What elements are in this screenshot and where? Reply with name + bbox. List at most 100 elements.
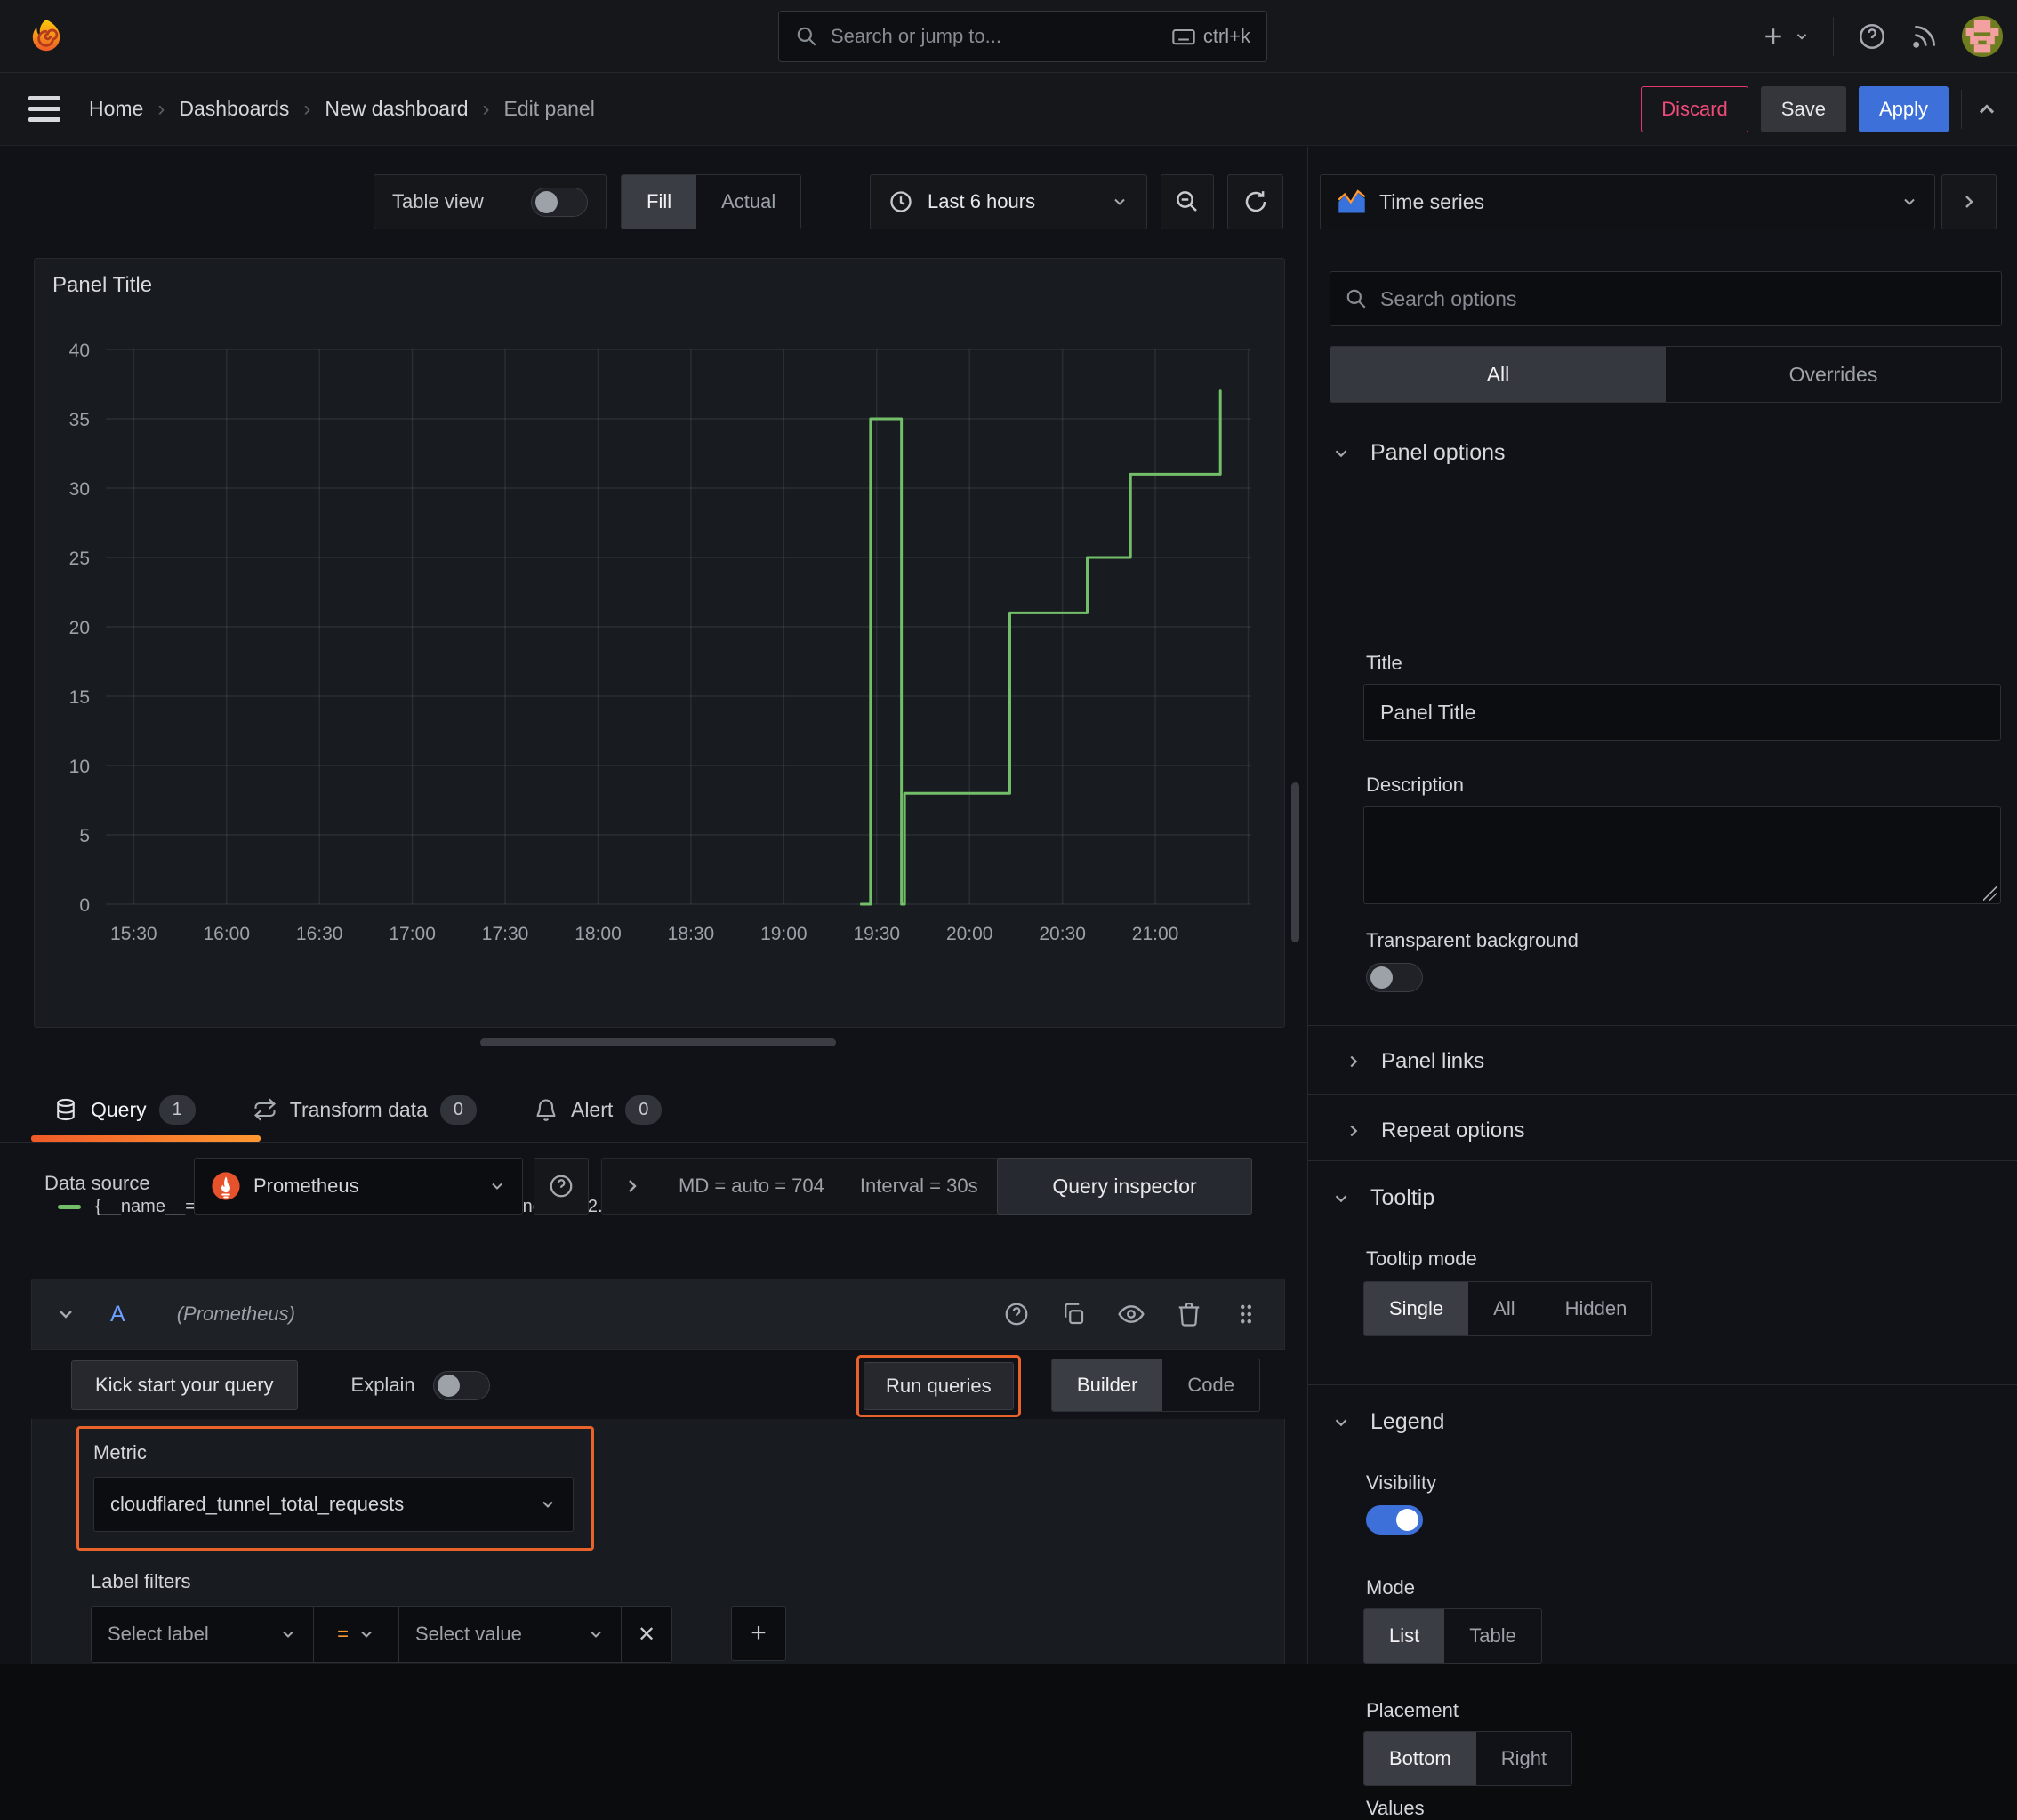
code-option[interactable]: Code — [1162, 1359, 1259, 1411]
panel-links-section[interactable]: Panel links — [1308, 1036, 2017, 1087]
breadcrumb-separator: › — [157, 96, 165, 121]
breadcrumb-dashboards[interactable]: Dashboards — [179, 97, 289, 121]
metric-highlight: Metric cloudflared_tunnel_total_requests — [76, 1426, 594, 1551]
description-textarea[interactable] — [1363, 806, 2001, 904]
data-source-value: Prometheus — [253, 1175, 359, 1197]
explain-label: Explain — [350, 1374, 415, 1396]
chevron-down-icon — [1335, 1418, 1347, 1426]
duplicate-query-icon[interactable] — [1060, 1301, 1087, 1327]
time-series-chart[interactable]: 0 5 10 15 20 25 30 35 40 15:30 16:00 16:30 17:00 17:3… — [47, 330, 1266, 952]
help-icon — [550, 1175, 573, 1198]
remove-filter-button[interactable]: ✕ — [621, 1606, 672, 1663]
prometheus-icon — [212, 1172, 240, 1200]
menu-toggle-button[interactable] — [28, 96, 60, 122]
builder-option[interactable]: Builder — [1051, 1359, 1163, 1411]
query-row-header[interactable]: A (Prometheus) — [31, 1279, 1285, 1350]
discard-button[interactable]: Discard — [1641, 86, 1748, 132]
tooltip-header[interactable]: Tooltip — [1308, 1185, 2017, 1211]
builder-code-segmented: Builder Code — [1050, 1359, 1260, 1412]
chevron-up-icon — [1979, 104, 1995, 114]
refresh-button[interactable] — [1227, 174, 1283, 229]
explain-toggle[interactable] — [432, 1370, 490, 1400]
alert-count-badge: 0 — [625, 1094, 663, 1125]
transparent-background-label: Transparent background — [1366, 929, 1579, 951]
legend-placement-bottom[interactable]: Bottom — [1364, 1732, 1476, 1785]
query-inspector-button[interactable]: Query inspector — [997, 1158, 1252, 1215]
transparent-background-toggle[interactable] — [1366, 963, 1423, 992]
legend-visibility-label: Visibility — [1366, 1471, 1437, 1494]
chevron-down-icon — [1796, 34, 1807, 40]
legend-placement-label: Placement — [1366, 1699, 1459, 1721]
kick-start-query-button[interactable]: Kick start your query — [71, 1360, 298, 1410]
tab-alert[interactable]: Alert 0 — [534, 1094, 663, 1125]
tooltip-mode-all[interactable]: All — [1468, 1282, 1539, 1335]
breadcrumb: Home › Dashboards › New dashboard › Edit… — [89, 97, 595, 122]
query-help-icon[interactable] — [1003, 1301, 1030, 1327]
tab-query[interactable]: Query 1 — [53, 1094, 196, 1125]
global-search-input[interactable]: Search or jump to... ctrl+k — [778, 11, 1267, 62]
panel-options-header[interactable]: Panel options — [1308, 440, 2017, 466]
svg-text:30: 30 — [69, 479, 90, 500]
legend-placement-segmented: Bottom Right — [1363, 1731, 1573, 1786]
grafana-logo-icon[interactable] — [25, 15, 68, 58]
svg-text:21:00: 21:00 — [1132, 924, 1179, 944]
tooltip-mode-hidden[interactable]: Hidden — [1540, 1282, 1652, 1335]
panel-title-input[interactable]: Panel Title — [1363, 684, 2001, 741]
data-source-help-button[interactable] — [534, 1158, 589, 1215]
drag-handle-icon[interactable] — [1233, 1301, 1259, 1327]
chevron-down-icon — [1904, 198, 1915, 205]
transform-icon — [253, 1098, 276, 1121]
tooltip-mode-single[interactable]: Single — [1364, 1282, 1469, 1335]
panel-edit-toolbar: Table view Fill Actual Last 6 hours — [0, 174, 1307, 229]
zoom-out-button[interactable] — [1161, 174, 1214, 229]
visualization-picker[interactable]: Time series — [1320, 174, 1935, 229]
database-icon — [57, 1098, 75, 1121]
chevron-down-icon — [1114, 198, 1125, 205]
options-search-input[interactable]: Search options — [1330, 271, 2002, 326]
svg-text:15: 15 — [69, 687, 90, 708]
operator-dropdown[interactable]: = — [313, 1606, 398, 1663]
save-button[interactable]: Save — [1760, 86, 1846, 132]
interval-stat: Interval = 30s — [859, 1175, 978, 1197]
apply-button[interactable]: Apply — [1858, 86, 1949, 132]
legend-mode-list[interactable]: List — [1364, 1609, 1445, 1663]
breadcrumb-new-dashboard[interactable]: New dashboard — [325, 97, 468, 121]
tab-overrides[interactable]: Overrides — [1666, 347, 2001, 402]
panel-options-sidebar: Time series Search options All Overrides… — [1308, 147, 2017, 1819]
user-avatar[interactable] — [1962, 16, 2003, 57]
editor-tabs: Query 1 Transform data 0 Alert 0 — [0, 1078, 1307, 1143]
new-menu-button[interactable] — [1760, 23, 1810, 50]
table-view-toggle[interactable] — [531, 187, 588, 217]
vertical-scrollbar[interactable] — [1291, 782, 1299, 942]
metric-select[interactable]: cloudflared_tunnel_total_requests — [93, 1477, 574, 1532]
tab-all-options[interactable]: All — [1330, 347, 1666, 402]
divider — [1308, 1384, 2017, 1385]
repeat-options-section[interactable]: Repeat options — [1308, 1105, 2017, 1157]
fill-option[interactable]: Fill — [622, 175, 697, 229]
legend-mode-table[interactable]: Table — [1444, 1609, 1541, 1663]
help-icon — [1859, 23, 1885, 50]
select-label-dropdown[interactable]: Select label — [91, 1606, 313, 1663]
collapse-options-pane-button[interactable] — [1941, 174, 1997, 229]
time-range-picker[interactable]: Last 6 hours — [870, 174, 1147, 229]
help-button[interactable] — [1857, 21, 1887, 52]
news-feed-button[interactable] — [1910, 22, 1939, 51]
legend-visibility-toggle[interactable] — [1366, 1505, 1423, 1535]
clock-icon — [890, 191, 912, 212]
legend-header[interactable]: Legend — [1308, 1409, 2017, 1435]
tab-transform-data[interactable]: Transform data 0 — [253, 1094, 477, 1125]
collapse-header-button[interactable] — [1974, 97, 1999, 122]
chevron-down-icon — [283, 1631, 293, 1638]
add-filter-button[interactable]: + — [731, 1606, 786, 1661]
hide-query-icon[interactable] — [1117, 1300, 1145, 1328]
breadcrumb-home[interactable]: Home — [89, 97, 143, 121]
select-value-dropdown[interactable]: Select value — [398, 1606, 621, 1663]
svg-text:17:00: 17:00 — [389, 924, 436, 944]
legend-placement-right[interactable]: Right — [1476, 1732, 1571, 1785]
horizontal-scrollbar[interactable] — [480, 1038, 836, 1046]
delete-query-icon[interactable] — [1176, 1301, 1202, 1327]
run-queries-button[interactable]: Run queries — [864, 1362, 1014, 1410]
data-source-picker[interactable]: Prometheus — [194, 1158, 523, 1215]
transform-count-badge: 0 — [439, 1094, 477, 1125]
actual-option[interactable]: Actual — [696, 175, 800, 229]
